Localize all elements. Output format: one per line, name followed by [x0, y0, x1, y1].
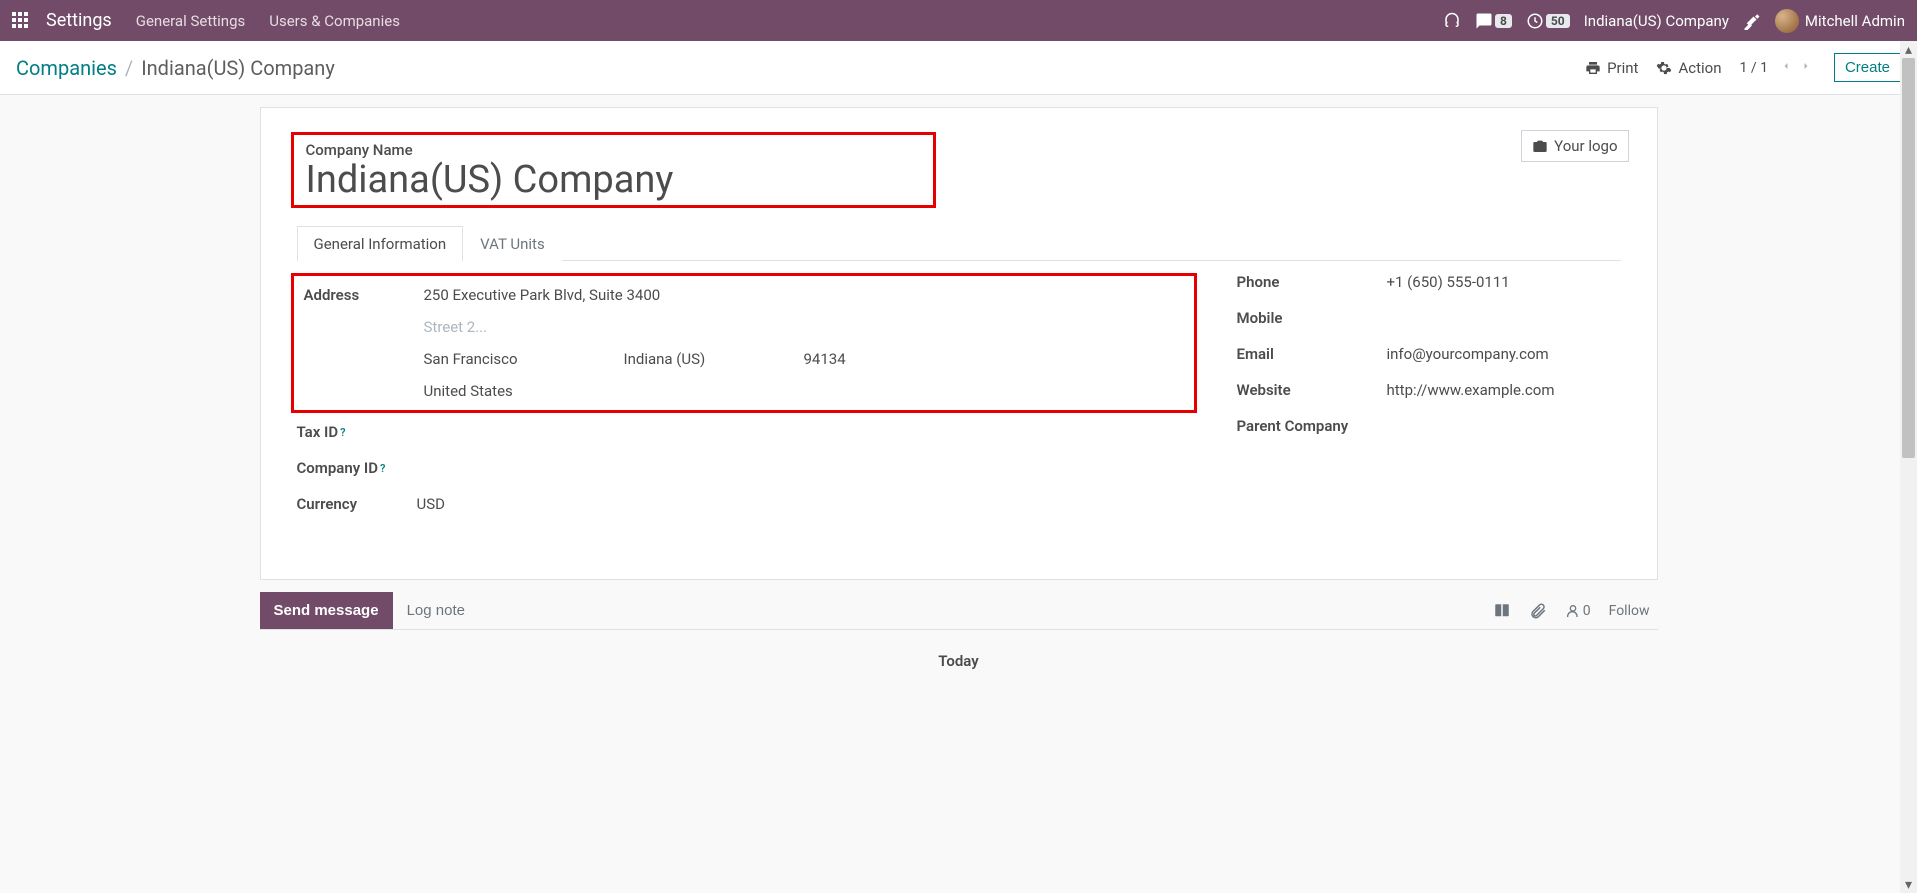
chatter-book-icon[interactable] — [1493, 602, 1511, 620]
email-field[interactable]: info@yourcompany.com — [1387, 345, 1549, 363]
website-label: Website — [1237, 381, 1387, 399]
print-button[interactable]: Print — [1585, 59, 1638, 77]
pager-next[interactable] — [1796, 56, 1816, 80]
address-label: Address — [304, 286, 424, 304]
control-panel: Companies / Indiana(US) Company Print Ac… — [0, 41, 1917, 95]
nav-activities[interactable]: 50 — [1526, 12, 1570, 30]
user-icon — [1565, 603, 1581, 619]
company-id-help[interactable]: ? — [380, 462, 385, 475]
app-title: Settings — [46, 10, 112, 31]
gear-icon — [1656, 60, 1672, 76]
email-label: Email — [1237, 345, 1387, 363]
nav-debug[interactable] — [1743, 12, 1761, 30]
company-name-value[interactable]: Indiana(US) Company — [306, 161, 674, 199]
follow-button[interactable]: Follow — [1609, 603, 1650, 619]
phone-label: Phone — [1237, 273, 1387, 291]
phone-field[interactable]: +1 (650) 555-0111 — [1387, 273, 1510, 291]
pager-prev[interactable] — [1776, 56, 1796, 80]
nav-messages[interactable]: 8 — [1475, 12, 1512, 30]
follower-count: 0 — [1583, 603, 1591, 619]
breadcrumb-current: Indiana(US) Company — [141, 56, 335, 80]
activities-badge: 50 — [1546, 14, 1570, 28]
log-note-button[interactable]: Log note — [393, 592, 479, 629]
paperclip-icon — [1529, 602, 1547, 620]
form-sheet: Company Name Indiana(US) Company Your lo… — [260, 107, 1658, 580]
currency-label: Currency — [297, 495, 417, 513]
wrench-icon — [1743, 12, 1761, 30]
pager-value[interactable]: 1 / 1 — [1740, 60, 1768, 76]
messages-badge: 8 — [1495, 14, 1512, 28]
chevron-right-icon — [1800, 60, 1812, 72]
chatter-today-separator: Today — [260, 652, 1658, 670]
action-button[interactable]: Action — [1656, 59, 1721, 77]
chat-icon — [1475, 12, 1493, 30]
print-icon — [1585, 60, 1601, 76]
headset-icon — [1443, 12, 1461, 30]
attachment-button[interactable] — [1529, 602, 1547, 620]
tab-general-information[interactable]: General Information — [297, 226, 464, 261]
company-id-label: Company ID ? — [297, 459, 417, 477]
tabs: General Information VAT Units — [297, 226, 1621, 261]
pager: 1 / 1 — [1740, 56, 1816, 80]
tax-id-label: Tax ID ? — [297, 423, 417, 441]
nav-general-settings[interactable]: General Settings — [136, 12, 246, 30]
mobile-label: Mobile — [1237, 309, 1387, 327]
create-button[interactable]: Create — [1834, 53, 1901, 82]
navbar: Settings General Settings Users & Compan… — [0, 0, 1917, 41]
country-field[interactable]: United States — [424, 382, 904, 400]
chatter: Send message Log note 0 Follow Today — [260, 592, 1658, 670]
clock-icon — [1526, 12, 1544, 30]
street-field[interactable]: 250 Executive Park Blvd, Suite 3400 — [424, 286, 904, 304]
city-field[interactable]: San Francisco — [424, 350, 624, 368]
currency-field[interactable]: USD — [417, 495, 445, 513]
state-field[interactable]: Indiana (US) — [624, 350, 804, 368]
tax-id-help[interactable]: ? — [340, 426, 345, 439]
send-message-button[interactable]: Send message — [260, 592, 393, 629]
parent-company-label: Parent Company — [1237, 417, 1387, 435]
website-field[interactable]: http://www.example.com — [1387, 381, 1555, 399]
company-name-highlight: Company Name Indiana(US) Company — [291, 132, 937, 208]
breadcrumb-root[interactable]: Companies — [16, 56, 117, 80]
scrollbar[interactable]: ▴ ▾ — [1900, 41, 1917, 893]
followers-button[interactable]: 0 — [1565, 603, 1591, 619]
scroll-down-icon[interactable]: ▾ — [1900, 876, 1917, 893]
nav-voip[interactable] — [1443, 12, 1461, 30]
nav-company-switcher[interactable]: Indiana(US) Company — [1584, 12, 1729, 30]
user-name: Mitchell Admin — [1805, 12, 1905, 30]
street2-field[interactable]: Street 2... — [424, 318, 904, 336]
nav-users-companies[interactable]: Users & Companies — [269, 12, 400, 30]
tab-vat-units[interactable]: VAT Units — [463, 226, 562, 261]
nav-user-menu[interactable]: Mitchell Admin — [1775, 9, 1905, 33]
chevron-left-icon — [1780, 60, 1792, 72]
breadcrumb: Companies / Indiana(US) Company — [16, 56, 335, 80]
company-name-label: Company Name — [306, 141, 674, 159]
apps-icon[interactable] — [12, 12, 30, 30]
scroll-thumb[interactable] — [1902, 58, 1915, 458]
avatar — [1775, 9, 1799, 33]
your-logo-button[interactable]: Your logo — [1521, 130, 1628, 162]
address-highlight: Address 250 Executive Park Blvd, Suite 3… — [291, 273, 1197, 413]
book-icon — [1493, 602, 1511, 620]
scroll-up-icon[interactable]: ▴ — [1900, 41, 1917, 58]
camera-icon — [1532, 138, 1548, 154]
zip-field[interactable]: 94134 — [804, 350, 904, 368]
